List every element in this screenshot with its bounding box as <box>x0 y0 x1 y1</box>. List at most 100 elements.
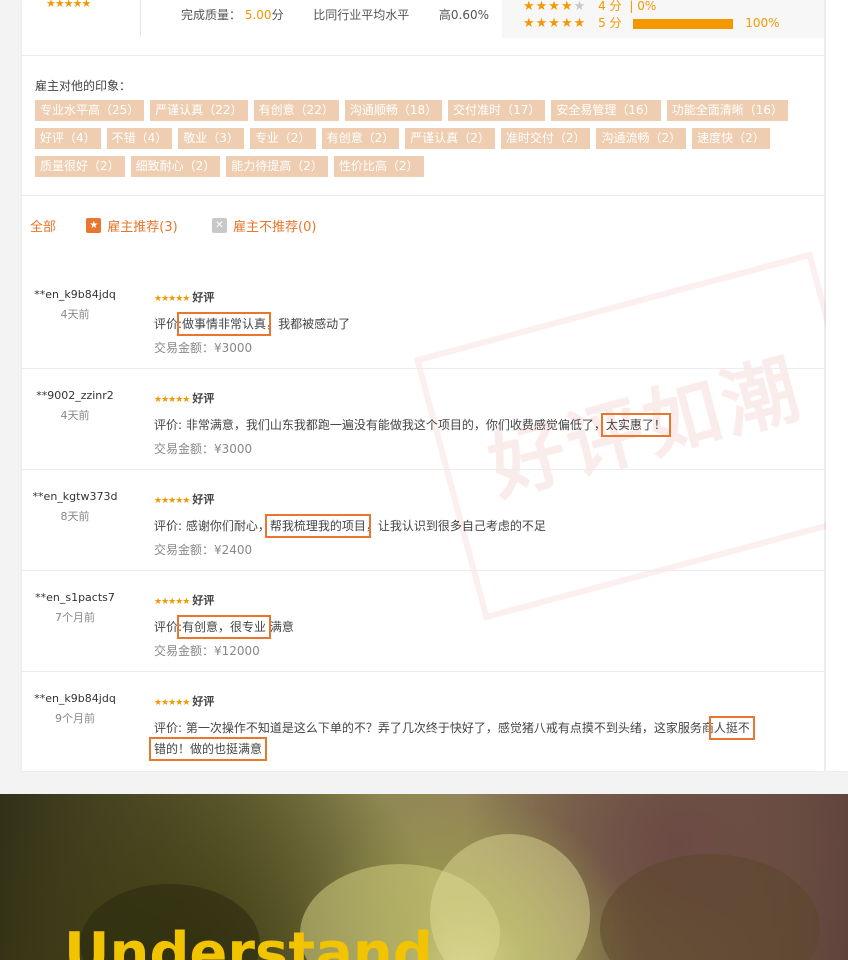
rating-stars-off: ★ <box>573 0 587 14</box>
review-suffix: ，让我认识到很多自己考虑的不足 <box>365 519 546 533</box>
review-rating: ★★★★★ 好评 <box>154 289 214 305</box>
side-panel <box>826 0 848 771</box>
impressions-title: 雇主对他的印象： <box>35 79 132 93</box>
rating-stars-on: ★★★★★ <box>523 16 587 31</box>
review-rating: ★★★★★ 好评 <box>154 491 214 507</box>
divider <box>22 570 824 571</box>
quality-label: 完成质量： <box>181 8 242 22</box>
impression-tag: 严谨认真（2） <box>405 128 495 149</box>
review-amount: 交易金额：¥12000 <box>154 644 260 658</box>
impression-tag: 严谨认真（22） <box>150 100 248 121</box>
review-grade: 好评 <box>192 695 215 708</box>
close-icon: ✕ <box>212 218 227 233</box>
impression-tag: 交付准时（17） <box>448 100 546 121</box>
filter-all[interactable]: 全部 <box>30 220 56 235</box>
rating-bar <box>633 18 734 29</box>
review-prefix: 评价: 感谢你们耐心， <box>154 519 270 533</box>
filter-not-recommend[interactable]: 雇主不推荐(0) <box>233 220 316 235</box>
review-suffix: 满意 <box>266 620 294 634</box>
divider <box>22 55 824 56</box>
review-time: 7个月前 <box>55 611 95 624</box>
review-filters: 全部 ★ 雇主推荐(3) ✕ 雇主不推荐(0) <box>30 216 316 235</box>
impression-tag: 功能全面清晰（16） <box>666 100 788 121</box>
rating-row-4: ★★★★★ 4 分 | 0% <box>523 0 657 14</box>
quality-value: 5.00 <box>244 8 272 22</box>
impression-tag: 细致耐心（2） <box>130 156 221 177</box>
compare-label: 比同行业平均水平 <box>313 8 410 22</box>
impression-tag: 好评（4） <box>35 128 101 149</box>
reviewer-name: **en_k9b84jdq <box>34 692 116 705</box>
impression-tag: 性价比高（2） <box>333 156 424 177</box>
rating-stars-on: ★★★★ <box>523 0 574 14</box>
review-grade: 好评 <box>192 291 215 304</box>
review-prefix: 评价: <box>154 620 183 634</box>
impression-tag: 沟通顺畅（18） <box>344 100 443 121</box>
review-highlight: 有创意，很专业 <box>177 615 272 639</box>
review-stars: ★★★★★ <box>154 395 190 405</box>
review-text: 评价: 感谢你们耐心，帮我梳理我的项目，让我认识到很多自己考虑的不足 <box>154 514 754 538</box>
review-stars: ★★★★★ <box>154 496 190 506</box>
banner-image: Understand <box>0 794 848 960</box>
impression-tags: 专业水平高（25） 严谨认真（22） 有创意（22） 沟通顺畅（18） 交付准时（17）… <box>35 99 815 183</box>
review-text: 评价:做事情非常认真，我都被感动了 <box>154 312 754 336</box>
divider <box>22 195 824 196</box>
review-prefix: 评价: <box>154 317 183 331</box>
impression-tag: 有创意（2） <box>321 128 400 149</box>
review-amount: 交易金额：¥2400 <box>154 543 253 557</box>
quality-unit: 分 <box>271 8 284 22</box>
divider <box>22 368 824 369</box>
reviewer-name: **en_kgtw373d <box>32 490 118 503</box>
review-highlight: 做事情非常认真 <box>177 312 272 336</box>
reviewer-name: **en_s1pacts7 <box>35 591 115 604</box>
impression-tag: 沟通流畅（2） <box>596 128 687 149</box>
impression-tag: 敬业（3） <box>178 128 244 149</box>
rating-pct: 100% <box>745 16 780 30</box>
divider <box>22 671 824 672</box>
rating-score: 4 分 <box>598 0 622 13</box>
impression-tag: 速度快（2） <box>692 128 770 149</box>
rating-row-5: ★★★★★ 5 分 100% <box>523 15 780 31</box>
review-amount: 交易金额：¥3000 <box>154 341 253 355</box>
review-suffix: ，我都被感动了 <box>266 317 351 331</box>
review-rating: ★★★★★ 好评 <box>154 592 214 608</box>
star-icon: ★ <box>86 218 102 233</box>
reviewer-name: **en_k9b84jdq <box>34 288 116 301</box>
review-time: 4天前 <box>60 409 90 422</box>
review-time: 4天前 <box>60 308 90 321</box>
review-stars: ★★★★★ <box>154 698 190 708</box>
impression-tag: 有创意（22） <box>253 100 339 121</box>
rating-distribution: ★★★★★ 4 分 | 0% ★★★★★ 5 分 100% <box>502 0 824 38</box>
impression-tag: 质量很好（2） <box>35 156 125 177</box>
review-prefix: 评价: 第一次操作不知道是这么下单的不？弄了几次终于快好了，感觉猪八戒有点摸不到… <box>154 721 714 735</box>
review-time: 8天前 <box>60 510 90 523</box>
filter-recommend[interactable]: 雇主推荐(3) <box>107 220 177 235</box>
impression-tag: 准时交付（2） <box>500 128 591 149</box>
review-text: 评价: 第一次操作不知道是这么下单的不？弄了几次终于快好了，感觉猪八戒有点摸不到… <box>149 716 755 761</box>
review-grade: 好评 <box>192 493 215 506</box>
compare-value: 高0.60% <box>438 8 490 22</box>
review-stars: ★★★★★ <box>154 294 190 304</box>
review-amount: 交易金额：¥3000 <box>154 442 253 456</box>
impression-tag: 安全易管理（16） <box>551 100 661 121</box>
review-grade: 好评 <box>192 594 215 607</box>
review-time: 9个月前 <box>55 712 95 725</box>
impression-tag: 专业（2） <box>249 128 316 149</box>
banner-title: Understand <box>64 921 433 960</box>
quality-summary: 完成质量： 5.00分 比同行业平均水平 高0.60% <box>181 6 489 23</box>
review-highlight: 太实惠了！ <box>600 413 671 437</box>
summary-stars: ★★★★★ <box>46 0 91 10</box>
review-rating: ★★★★★ 好评 <box>154 390 214 406</box>
rating-score: 5 分 <box>598 16 622 30</box>
review-highlight: 帮我梳理我的项目 <box>264 514 371 538</box>
review-text: 评价: 非常满意，我们山东我都跑一遍没有能做我这个项目的，你们收费感觉偏低了，太… <box>154 413 754 437</box>
divider <box>140 0 141 37</box>
review-rating: ★★★★★ 好评 <box>154 693 214 709</box>
divider <box>22 469 824 470</box>
review-card: ★★★★★ 完成质量： 5.00分 比同行业平均水平 高0.60% ★★★★★ … <box>22 0 848 771</box>
impression-tag: 能力待提高（2） <box>226 156 328 177</box>
impression-tag: 专业水平高（25） <box>35 100 145 121</box>
rating-pct: 0% <box>637 0 657 13</box>
review-text: 评价:有创意，很专业 满意 <box>154 615 754 639</box>
impression-tag: 不错（4） <box>106 128 173 149</box>
watermark-stamp: 好评如潮 <box>413 251 848 621</box>
